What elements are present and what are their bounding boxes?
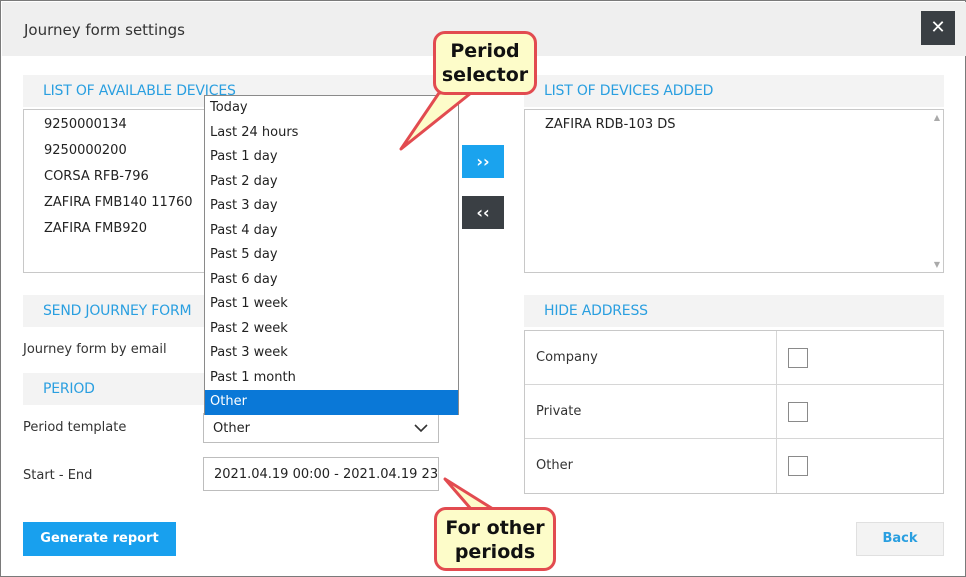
list-item[interactable]: CORSA RFB-796 bbox=[44, 169, 149, 184]
period-option[interactable]: Past 3 day bbox=[205, 194, 458, 219]
hide-address-header: HIDE ADDRESS bbox=[524, 295, 944, 327]
close-icon: ✕ bbox=[930, 17, 946, 38]
added-devices-list[interactable]: ZAFIRA RDB-103 DS ▲ ▼ bbox=[524, 109, 944, 273]
dialog-title: Journey form settings bbox=[24, 21, 185, 39]
journey-form-dialog: Journey form settings ✕ LIST OF AVAILABL… bbox=[0, 0, 966, 577]
email-label: Journey form by email bbox=[23, 342, 167, 357]
divider bbox=[776, 439, 777, 493]
generate-report-button[interactable]: Generate report bbox=[23, 522, 176, 556]
callout-text: Period bbox=[450, 40, 520, 62]
double-chevron-right-icon: ›› bbox=[476, 152, 490, 171]
list-item[interactable]: ZAFIRA FMB920 bbox=[44, 221, 147, 236]
list-item[interactable]: ZAFIRA RDB-103 DS bbox=[545, 117, 676, 132]
back-button[interactable]: Back bbox=[856, 522, 944, 556]
start-end-input[interactable]: 2021.04.19 00:00 - 2021.04.19 23:59 bbox=[203, 457, 439, 491]
period-option[interactable]: Past 5 day bbox=[205, 243, 458, 268]
close-button[interactable]: ✕ bbox=[921, 11, 955, 45]
list-item[interactable]: 9250000134 bbox=[44, 117, 127, 132]
start-end-label: Start - End bbox=[23, 468, 93, 483]
scroll-down-icon[interactable]: ▼ bbox=[934, 260, 940, 269]
period-selector-callout: Period selector bbox=[433, 31, 537, 95]
period-option-selected[interactable]: Other bbox=[205, 390, 458, 415]
period-template-select[interactable]: Other bbox=[203, 413, 439, 443]
row-label: Other bbox=[536, 458, 573, 473]
other-periods-callout: For other periods bbox=[434, 507, 556, 571]
start-end-value: 2021.04.19 00:00 - 2021.04.19 23:59 bbox=[214, 467, 439, 482]
add-device-button[interactable]: ›› bbox=[462, 145, 504, 178]
double-chevron-left-icon: ‹‹ bbox=[476, 203, 490, 222]
company-checkbox[interactable] bbox=[788, 348, 808, 368]
scroll-up-icon[interactable]: ▲ bbox=[934, 113, 940, 122]
period-option[interactable]: Past 2 day bbox=[205, 170, 458, 195]
period-option[interactable]: Past 6 day bbox=[205, 268, 458, 293]
period-dropdown-list[interactable]: Today Last 24 hours Past 1 day Past 2 da… bbox=[204, 95, 459, 415]
period-option[interactable]: Past 4 day bbox=[205, 219, 458, 244]
list-item[interactable]: 9250000200 bbox=[44, 143, 127, 158]
chevron-down-icon bbox=[414, 424, 428, 433]
period-option[interactable]: Past 3 week bbox=[205, 341, 458, 366]
period-option[interactable]: Past 1 month bbox=[205, 366, 458, 391]
hide-address-row-other: Other bbox=[525, 439, 943, 493]
other-checkbox[interactable] bbox=[788, 456, 808, 476]
period-template-value: Other bbox=[213, 421, 250, 436]
row-label: Private bbox=[536, 404, 582, 419]
period-option[interactable]: Past 1 day bbox=[205, 145, 458, 170]
list-item[interactable]: ZAFIRA FMB140 11760 bbox=[44, 195, 193, 210]
period-template-label: Period template bbox=[23, 420, 127, 435]
hide-address-row-private: Private bbox=[525, 385, 943, 439]
callout-text: periods bbox=[454, 541, 536, 563]
period-option[interactable]: Last 24 hours bbox=[205, 121, 458, 146]
hide-address-row-company: Company bbox=[525, 331, 943, 385]
period-option[interactable]: Past 1 week bbox=[205, 292, 458, 317]
period-option[interactable]: Today bbox=[205, 96, 458, 121]
private-checkbox[interactable] bbox=[788, 402, 808, 422]
callout-text: selector bbox=[441, 64, 529, 86]
row-label: Company bbox=[536, 350, 598, 365]
callout-text: For other bbox=[445, 517, 545, 539]
divider bbox=[776, 385, 777, 439]
added-devices-header: LIST OF DEVICES ADDED bbox=[524, 75, 944, 107]
remove-device-button[interactable]: ‹‹ bbox=[462, 196, 504, 229]
hide-address-table: Company Private Other bbox=[524, 330, 944, 494]
period-option[interactable]: Past 2 week bbox=[205, 317, 458, 342]
divider bbox=[776, 331, 777, 385]
